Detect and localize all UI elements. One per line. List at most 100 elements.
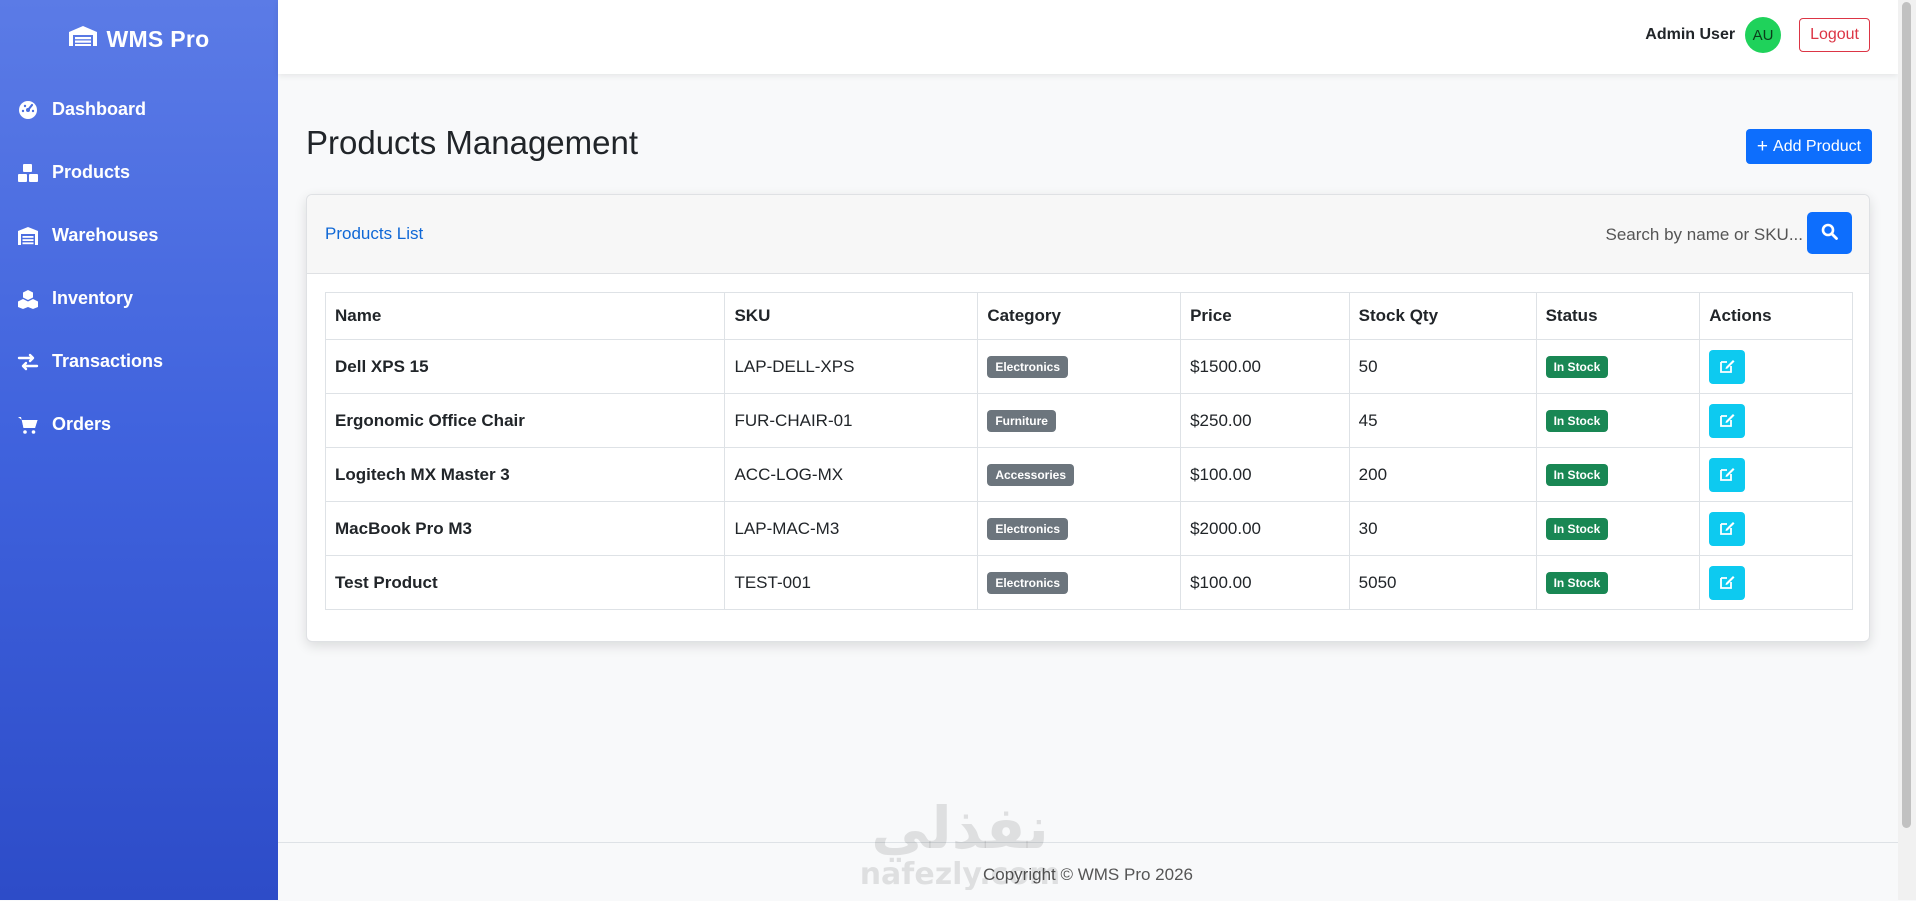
product-price: $1500.00 [1180,339,1350,394]
product-stock-qty: 5050 [1348,555,1537,610]
plus-icon: + [1756,136,1769,157]
top-navbar: Admin User AU Logout [278,0,1898,74]
products-card: Products List Name SKU Category Price St… [306,194,1870,642]
category-badge: Electronics [987,571,1069,594]
product-sku: FUR-CHAIR-01 [724,393,979,448]
card-header: Products List [307,195,1869,274]
product-actions-cell [1699,393,1853,448]
table-header-row: Name SKU Category Price Stock Qty Status… [324,292,1853,340]
status-badge: In Stock [1545,355,1609,378]
column-header-name: Name [324,292,726,340]
search-button[interactable] [1807,212,1852,254]
product-name: MacBook Pro M3 [324,501,726,556]
category-badge: Furniture [987,409,1056,432]
product-actions-cell [1699,339,1853,394]
edit-icon [1719,411,1736,431]
category-badge: Accessories [987,463,1075,486]
product-name: Logitech MX Master 3 [324,447,726,502]
edit-button[interactable] [1709,565,1746,600]
status-badge: In Stock [1545,463,1609,486]
product-stock-qty: 45 [1348,393,1537,448]
sidebar-item-inventory[interactable]: Inventory [0,267,278,330]
product-name: Test Product [324,555,726,610]
status-badge: In Stock [1545,409,1609,432]
cart-icon [16,414,40,436]
sidebar-item-label: Inventory [52,288,134,308]
table-row: Logitech MX Master 3 ACC-LOG-MX Accessor… [324,447,1853,502]
product-actions-cell [1699,555,1853,610]
product-price: $2000.00 [1180,501,1350,556]
product-price: $250.00 [1180,393,1350,448]
user-area: Admin User AU Logout [1645,17,1870,53]
column-header-price: Price [1180,292,1350,340]
product-name: Ergonomic Office Chair [324,393,726,448]
sidebar-item-label: Warehouses [52,225,159,245]
avatar[interactable]: AU [1745,17,1782,53]
edit-icon [1719,357,1736,377]
dashboard-icon [16,99,40,121]
sidebar-item-label: Products [52,162,131,182]
status-badge: In Stock [1545,571,1609,594]
product-stock-qty: 30 [1348,501,1537,556]
scrollbar-thumb[interactable] [1902,2,1911,828]
edit-button[interactable] [1709,349,1746,384]
add-product-button[interactable]: + Add Product [1746,129,1872,164]
edit-button[interactable] [1709,457,1746,492]
product-price: $100.00 [1180,555,1350,610]
edit-button[interactable] [1709,511,1746,546]
column-header-sku: SKU [724,292,979,340]
brand-name: WMS Pro [106,25,210,52]
product-status-cell: In Stock [1535,393,1701,448]
sidebar-item-dashboard[interactable]: Dashboard [0,78,278,141]
sidebar-item-label: Transactions [52,351,164,371]
table-row: MacBook Pro M3 LAP-MAC-M3 Electronics $2… [324,501,1853,556]
product-status-cell: In Stock [1535,501,1701,556]
product-sku: TEST-001 [724,555,979,610]
search-input[interactable] [1591,214,1805,256]
table-row: Ergonomic Office Chair FUR-CHAIR-01 Furn… [324,393,1853,448]
status-badge: In Stock [1545,517,1609,540]
edit-icon [1719,519,1736,539]
exchange-icon [16,351,40,373]
cubes-icon [16,288,40,310]
category-badge: Electronics [987,517,1069,540]
add-product-label: Add Product [1773,137,1862,155]
product-category-cell: Electronics [977,501,1182,556]
product-status-cell: In Stock [1535,555,1701,610]
product-sku: ACC-LOG-MX [724,447,979,502]
brand[interactable]: WMS Pro [0,0,278,78]
boxes-icon [16,162,40,184]
logout-button[interactable]: Logout [1799,18,1870,52]
product-category-cell: Electronics [977,339,1182,394]
product-stock-qty: 200 [1348,447,1537,502]
search-icon [1821,223,1838,243]
product-sku: LAP-MAC-M3 [724,501,979,556]
sidebar-item-transactions[interactable]: Transactions [0,330,278,393]
page-scrollbar[interactable] [1898,0,1916,900]
sidebar-item-warehouses[interactable]: Warehouses [0,204,278,267]
edit-button[interactable] [1709,403,1746,438]
column-header-actions: Actions [1699,292,1853,340]
edit-icon [1719,573,1736,593]
product-category-cell: Furniture [977,393,1182,448]
product-price: $100.00 [1180,447,1350,502]
card-title: Products List [325,224,424,243]
product-actions-cell [1699,501,1853,556]
product-name: Dell XPS 15 [324,339,726,394]
sidebar-nav: Dashboard Products Warehouses Inventory … [0,78,278,456]
product-status-cell: In Stock [1535,339,1701,394]
sidebar-item-products[interactable]: Products [0,141,278,204]
footer: Copyright © WMS Pro 2026 [278,842,1898,901]
product-stock-qty: 50 [1348,339,1537,394]
product-sku: LAP-DELL-XPS [724,339,979,394]
product-category-cell: Electronics [977,555,1182,610]
sidebar: WMS Pro Dashboard Products Warehouses In… [0,0,278,900]
sidebar-item-label: Orders [52,414,112,434]
products-table: Name SKU Category Price Stock Qty Status… [324,292,1853,610]
product-category-cell: Accessories [977,447,1182,502]
edit-icon [1719,465,1736,485]
warehouse-logo-icon [68,25,98,53]
category-badge: Electronics [987,355,1069,378]
column-header-category: Category [977,292,1182,340]
sidebar-item-orders[interactable]: Orders [0,393,278,456]
